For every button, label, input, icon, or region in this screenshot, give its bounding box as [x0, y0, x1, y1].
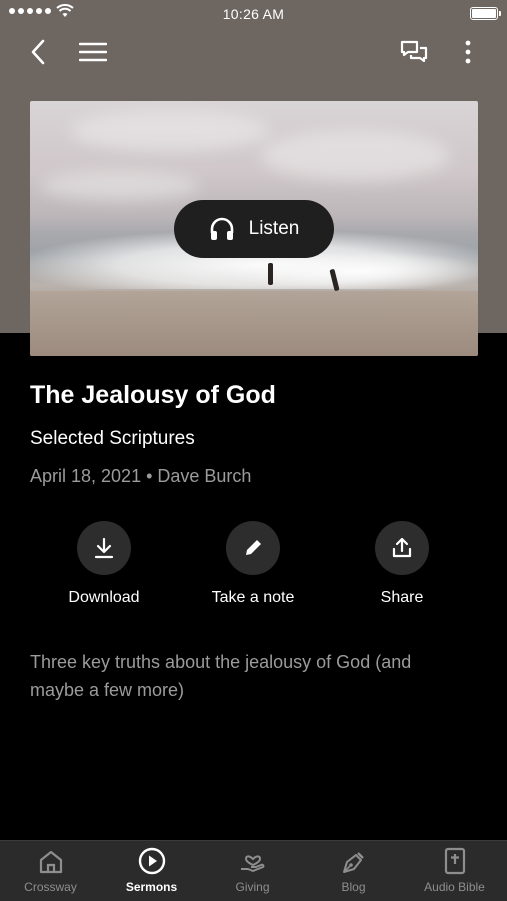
vertical-dots-icon — [465, 40, 471, 64]
more-options-button[interactable] — [456, 38, 480, 66]
sermon-description: Three key truths about the jealousy of G… — [30, 652, 412, 700]
hamburger-icon — [79, 42, 107, 62]
home-icon — [39, 850, 62, 874]
tab-blog[interactable]: Blog — [303, 841, 404, 901]
giving-hand-icon — [240, 855, 264, 872]
download-button[interactable]: Download — [29, 521, 179, 607]
sermon-title: The Jealousy of God — [30, 381, 276, 409]
nav-bar — [0, 30, 507, 74]
tab-giving-label: Giving — [235, 880, 270, 894]
pencil-icon — [246, 540, 261, 555]
menu-button[interactable] — [76, 38, 110, 66]
tab-audio-bible[interactable]: Audio Bible — [404, 841, 505, 901]
share-icon — [392, 537, 412, 558]
take-note-circle[interactable] — [226, 521, 280, 575]
status-bar: 10:26 AM — [0, 0, 507, 28]
share-label: Share — [380, 589, 424, 606]
chat-bubbles-icon — [400, 40, 428, 63]
headphones-icon — [210, 217, 233, 240]
tab-crossway[interactable]: Crossway — [0, 841, 101, 901]
sermon-meta: April 18, 2021 • Dave Burch — [30, 466, 252, 486]
tab-sermons[interactable]: Sermons — [101, 841, 202, 901]
bible-icon — [444, 847, 465, 875]
chat-button[interactable] — [398, 38, 430, 66]
download-label: Download — [68, 589, 140, 606]
sermon-hero-image: Listen — [30, 101, 478, 356]
pen-nib-icon — [342, 852, 364, 873]
tab-giving[interactable]: Giving — [202, 841, 303, 901]
tab-audio-bible-label: Audio Bible — [424, 880, 485, 894]
listen-label: Listen — [248, 218, 300, 239]
tab-blog-label: Blog — [341, 880, 366, 894]
play-circle-icon — [138, 847, 165, 875]
take-note-button[interactable]: Take a note — [178, 521, 328, 607]
action-row: Download Take a note Share — [0, 521, 507, 611]
back-button[interactable] — [24, 38, 52, 66]
tab-sermons-label: Sermons — [125, 880, 178, 894]
tab-bar: Crossway Sermons Giving Blog Audio Bible — [0, 840, 507, 901]
tab-crossway-label: Crossway — [24, 880, 77, 894]
download-circle[interactable] — [77, 521, 131, 575]
take-note-label: Take a note — [211, 589, 295, 606]
sermon-scripture: Selected Scriptures — [30, 428, 195, 449]
battery-icon — [470, 7, 501, 20]
chevron-left-icon — [31, 39, 45, 65]
listen-button[interactable]: Listen — [174, 200, 334, 258]
share-circle[interactable] — [375, 521, 429, 575]
status-time: 10:26 AM — [222, 6, 285, 22]
share-button[interactable]: Share — [327, 521, 477, 607]
download-icon — [94, 537, 114, 559]
